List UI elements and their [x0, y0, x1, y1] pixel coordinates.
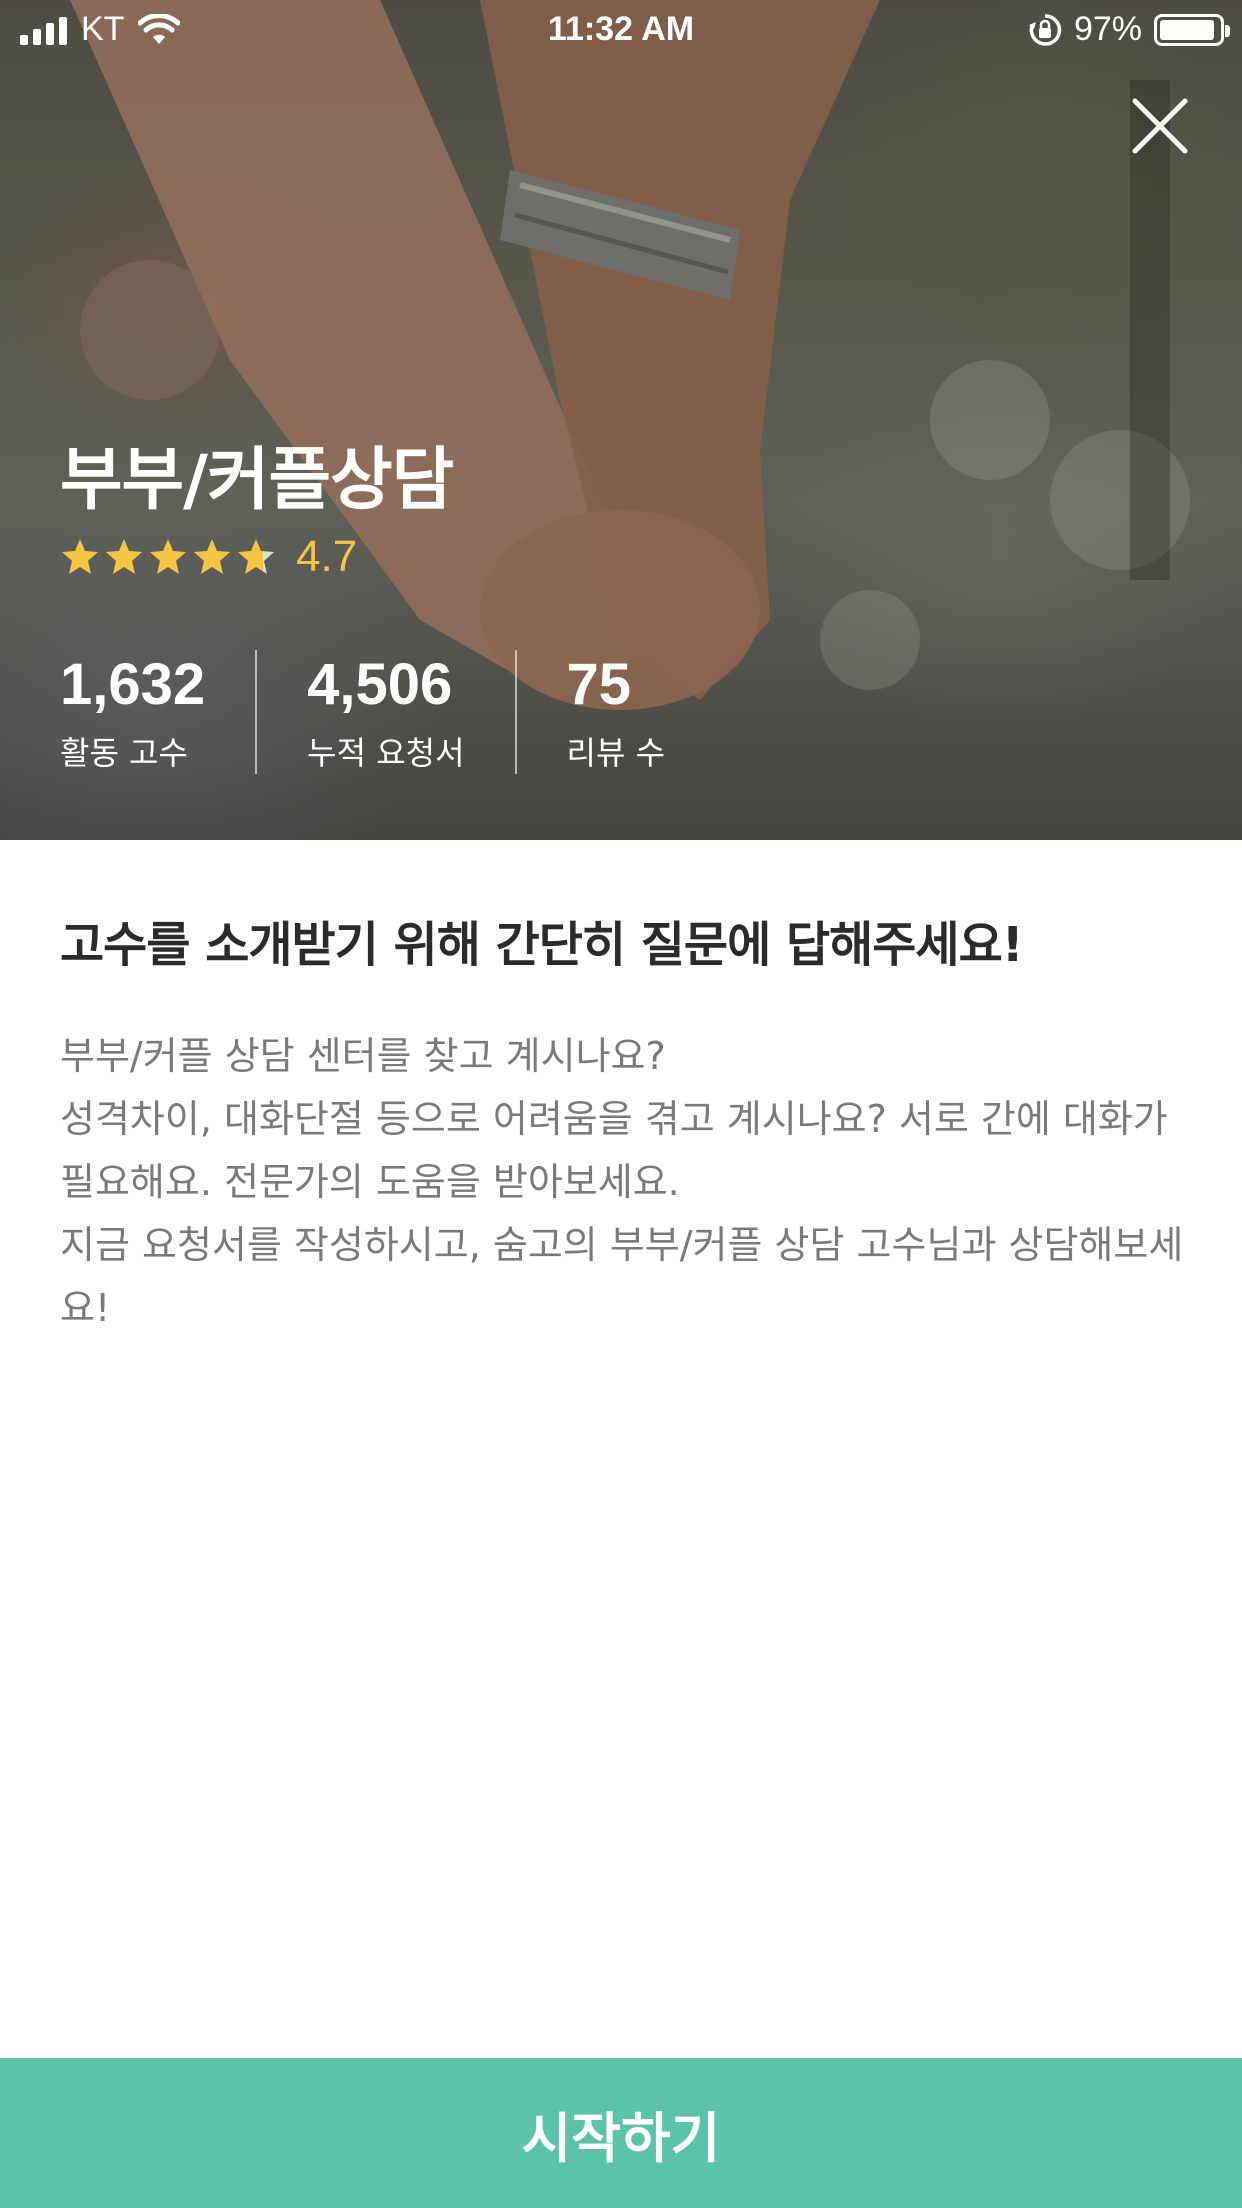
star-icon: [194, 539, 230, 574]
stats-row: 1,632 활동 고수 4,506 누적 요청서 75 리뷰 수: [60, 650, 715, 774]
intro-heading: 고수를 소개받기 위해 간단히 질문에 답해주세요!: [60, 917, 1024, 973]
stat-value: 4,506: [307, 652, 453, 717]
intro-line: 부부/커플 상담 센터를 찾고 계시나요?: [60, 1034, 666, 1078]
stat-label: 누적 요청서: [307, 734, 465, 772]
star-icon: [106, 539, 142, 574]
star-icon: [238, 539, 274, 574]
stat-value: 75: [566, 652, 632, 717]
battery-percent: 97%: [1073, 10, 1142, 48]
stat-total-requests: 4,506 누적 요청서: [255, 650, 514, 774]
close-button[interactable]: [1130, 96, 1190, 156]
service-title: 부부/커플상담: [60, 441, 454, 520]
star-icon: [150, 539, 186, 574]
intro-line: 성격차이, 대화단절 등으로 어려움을 겪고 계시나요? 서로 간에 대화가 필…: [60, 1097, 1168, 1204]
hero-banner: KT 11:32 AM 97% 부부/커플상담 4.7 1,632 활동 고수 …: [0, 0, 1242, 840]
rating-value: 4.7: [296, 532, 358, 581]
stat-active-experts: 1,632 활동 고수: [60, 650, 255, 774]
intro-line: 지금 요청서를 작성하시고, 숨고의 부부/커플 상담 고수님과 상담해보세요!: [60, 1223, 1184, 1330]
star-rating: [60, 537, 276, 577]
orientation-lock-icon: [1028, 13, 1062, 46]
stat-review-count: 75 리뷰 수: [514, 650, 716, 774]
intro-body: 부부/커플 상담 센터를 찾고 계시나요? 성격차이, 대화단절 등으로 어려움…: [60, 1025, 1190, 1340]
status-bar: KT 11:32 AM 97%: [0, 0, 1242, 62]
rating-row: 4.7: [60, 532, 357, 582]
stat-value: 1,632: [60, 652, 206, 717]
close-icon: [1132, 98, 1188, 154]
start-button[interactable]: 시작하기: [0, 2058, 1242, 2208]
intro-section: 고수를 소개받기 위해 간단히 질문에 답해주세요! 부부/커플 상담 센터를 …: [60, 905, 1190, 1340]
battery-icon: [1154, 13, 1230, 46]
stat-label: 활동 고수: [60, 734, 188, 772]
star-icon: [62, 539, 98, 574]
stat-label: 리뷰 수: [566, 734, 666, 772]
status-right: 97%: [1028, 10, 1230, 49]
